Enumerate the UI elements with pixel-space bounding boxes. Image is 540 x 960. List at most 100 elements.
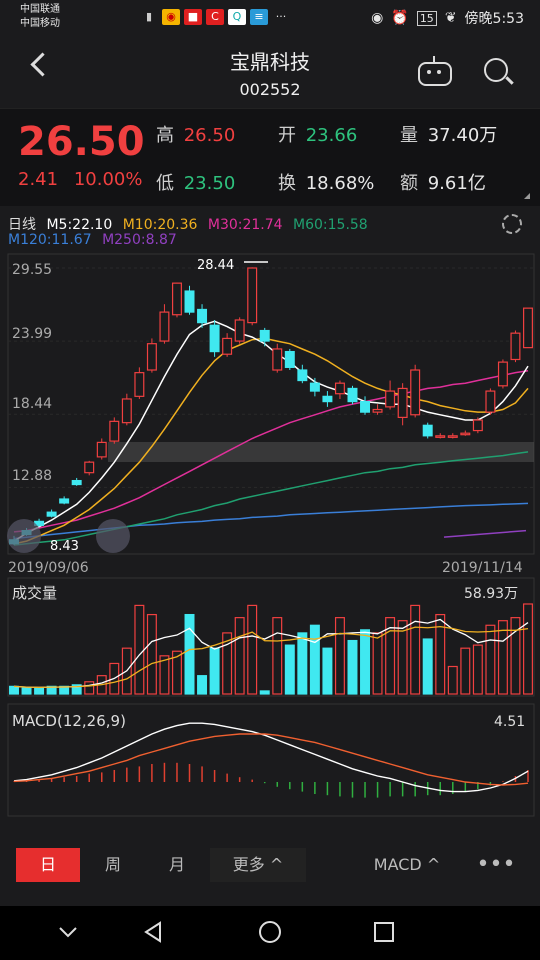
candle-body [510,332,521,361]
candle-body [523,307,533,349]
tab-more-label: 更多 [232,855,265,874]
volume-bar [272,617,283,695]
candle-body [121,398,132,424]
nav-home-icon[interactable] [258,920,282,944]
candle-body [284,350,295,368]
volume-bar [372,632,383,695]
candle-body [297,369,308,382]
open-label: 开 [278,125,296,146]
weibo-icon: ◉ [162,9,180,25]
amount-item: 额 9.61亿 [400,169,486,195]
candle-body [222,337,233,355]
c-app-icon: C [206,9,224,25]
volume-bar [460,647,471,695]
candle-body [485,390,496,413]
candle-body [410,369,421,416]
y-label-3: 18.44 [12,396,52,412]
signal-icon: ▮ [145,10,153,23]
volume-bar [523,603,533,695]
volume-bar [247,604,258,695]
volume-bar [472,644,483,695]
low-label: 低 [156,173,174,194]
eye-icon: ◉ [371,10,384,26]
search-icon[interactable] [484,58,508,82]
status-time: 傍晚5:53 [464,11,524,27]
volume-label: 量 [400,125,418,146]
date-start: 2019/09/06 [8,560,89,576]
candle-body [171,282,182,316]
status-bar: 中国联通 中国移动 ▮ ◉ ■ C Q ≡ ··· ◉ ⏰ 15 ❦ 傍晚5:5… [0,0,540,36]
expand-chart-icon[interactable] [96,519,130,553]
stock-app-icon: ≡ [250,9,268,25]
indicator-selector[interactable]: MACD ^ [352,848,462,882]
candle-body [259,329,270,342]
candle-body [447,435,458,438]
candle-body [84,461,95,474]
tab-more[interactable]: 更多 ^ [210,848,306,882]
volume-bar [497,620,508,695]
carrier-1: 中国联通 [20,4,60,15]
volume-bar [447,665,458,695]
quote-panel: 26.50 2.41 10.00% 高 26.50 低 23.50 开 23.6… [0,108,540,207]
nav-recents-icon[interactable] [372,920,396,944]
robot-assistant-icon[interactable] [418,56,452,86]
volume-bar [209,647,220,695]
volume-bar [259,690,270,695]
status-right: ◉ ⏰ 15 ❦ 傍晚5:53 [371,8,524,28]
chart-area[interactable]: 日线 M5:22.10 M10:20.36 M30:21.74 M60:15.5… [0,206,540,826]
amount-value: 9.61亿 [427,173,486,194]
macd-title: MACD(12,26,9) [12,712,126,730]
high-value: 26.50 [183,125,236,146]
amount-label: 额 [400,173,418,194]
volume-bar [21,687,32,695]
ma10-line [13,337,529,545]
more-options-icon[interactable]: ••• [468,848,524,882]
ma250-line [443,529,527,538]
volume-item: 量 37.40万 [400,121,497,147]
expand-chevron-icon[interactable] [524,193,530,199]
nav-down-icon[interactable] [56,920,80,944]
open-item: 开 23.66 [278,121,357,147]
turnover-item: 换 18.68% [278,169,374,195]
candle-body [234,319,245,342]
more-notifications-icon: ··· [275,10,287,23]
android-nav-bar [0,906,540,960]
price-change: 2.41 10.00% [18,169,142,190]
tab-week[interactable]: 周 [86,848,140,882]
high-item: 高 26.50 [156,121,235,147]
candle-body [159,311,170,342]
candle-body [334,382,345,395]
volume-bar [334,617,345,695]
nav-back-icon[interactable] [142,920,166,944]
shrink-chart-icon[interactable] [7,519,41,553]
volume-bar [360,629,371,695]
volume-bar [234,617,245,695]
carrier-info: 中国联通 中国移动 [20,3,60,31]
candle-body [472,419,483,432]
candle-body [96,441,107,458]
change-percent: 10.00% [73,169,143,190]
volume-value: 37.40万 [427,125,498,146]
kline-chart-svg: 29.55 23.99 18.44 12.88 28.44 8.43 2019/… [7,253,535,817]
notification-icons: ▮ ◉ ■ C Q ≡ ··· [140,9,290,25]
stock-code: 002552 [239,80,301,99]
candle-body [322,395,333,403]
volume-bar [197,675,208,695]
tab-day[interactable]: 日 [16,848,80,882]
candle-body [372,408,383,413]
volume-bar [297,632,308,695]
volume-bar [9,685,19,695]
turnover-label: 换 [278,173,296,194]
volume-bar [322,647,333,695]
candle-body [46,511,57,517]
tab-month[interactable]: 月 [150,848,204,882]
leaf-icon: ❦ [444,10,457,26]
volume-bar [309,624,320,695]
change-amount: 2.41 [18,169,59,190]
stock-name: 宝鼎科技 [230,50,310,74]
carrier-2: 中国移动 [20,18,60,29]
open-value: 23.66 [305,125,358,146]
y-label-1: 29.55 [12,262,52,278]
volume-bar [410,604,421,695]
y-label-2: 23.99 [12,326,52,342]
